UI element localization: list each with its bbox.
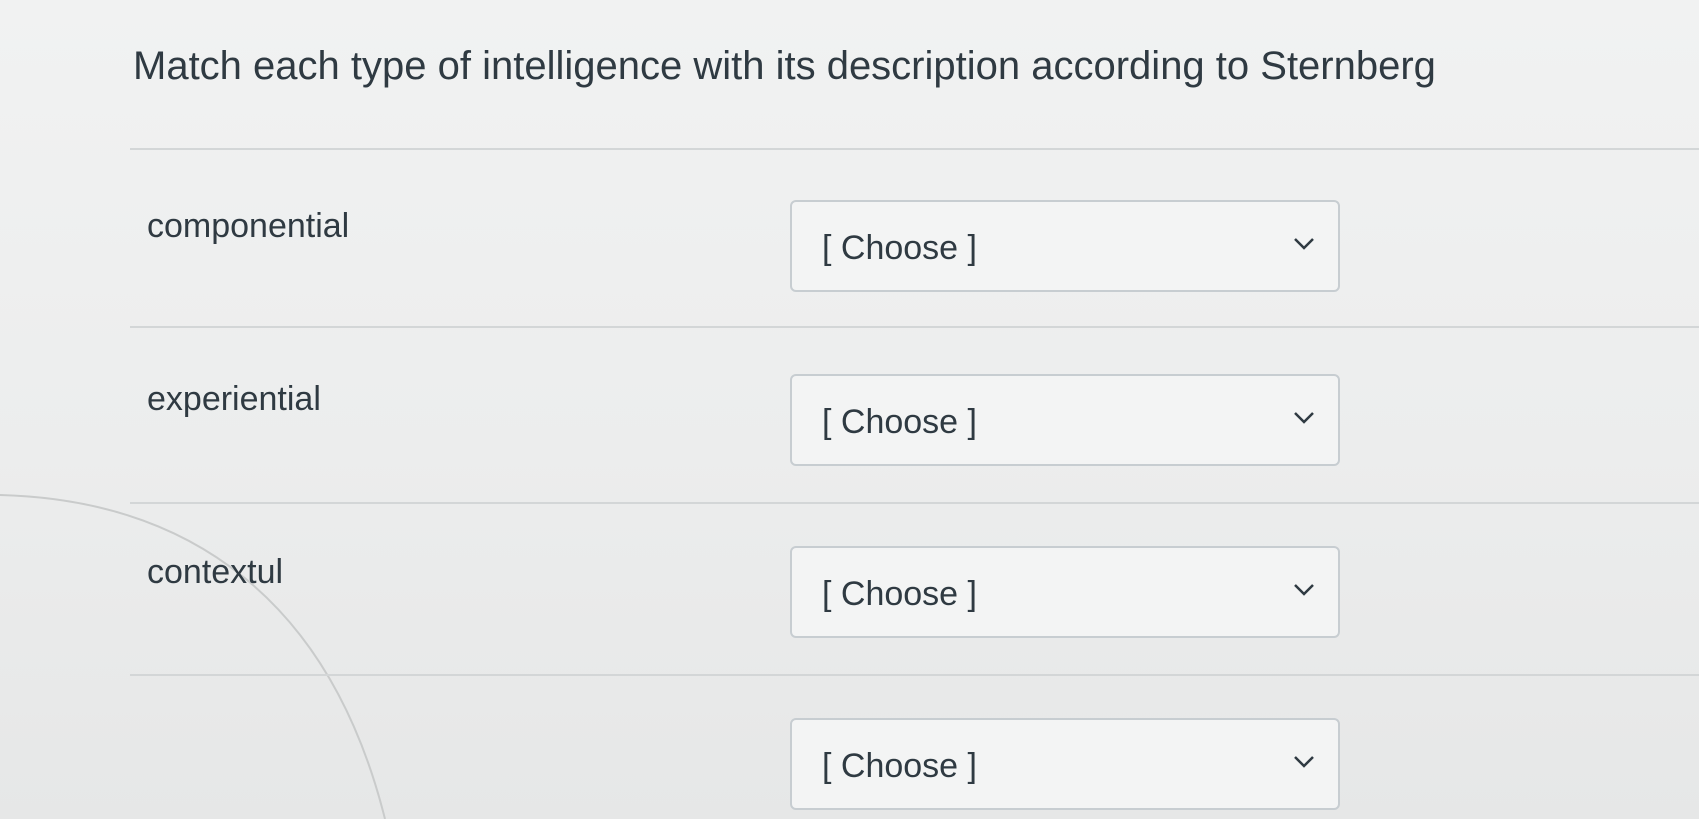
answer-dropdown-componential[interactable]: [ Choose ] xyxy=(790,200,1340,292)
chevron-down-icon xyxy=(1292,236,1316,252)
dropdown-selected-value: [ Choose ] xyxy=(822,747,977,785)
quiz-question-page: Match each type of intelligence with its… xyxy=(0,0,1699,819)
answer-dropdown-4[interactable]: [ Choose ] xyxy=(790,718,1340,810)
chevron-down-icon xyxy=(1292,754,1316,770)
chevron-down-icon xyxy=(1292,410,1316,426)
answer-dropdown-contextul[interactable]: [ Choose ] xyxy=(790,546,1340,638)
divider xyxy=(130,326,1699,328)
question-text: Match each type of intelligence with its… xyxy=(133,44,1436,88)
divider xyxy=(130,674,1699,676)
divider xyxy=(130,502,1699,504)
answer-dropdown-experiential[interactable]: [ Choose ] xyxy=(790,374,1340,466)
chevron-down-icon xyxy=(1292,582,1316,598)
term-label-contextul: contextul xyxy=(147,553,284,591)
dropdown-selected-value: [ Choose ] xyxy=(822,403,977,441)
term-label-componential: componential xyxy=(147,207,350,245)
divider xyxy=(130,148,1699,150)
dropdown-selected-value: [ Choose ] xyxy=(822,575,977,613)
term-label-experiential: experiential xyxy=(147,380,321,418)
dropdown-selected-value: [ Choose ] xyxy=(822,229,977,267)
